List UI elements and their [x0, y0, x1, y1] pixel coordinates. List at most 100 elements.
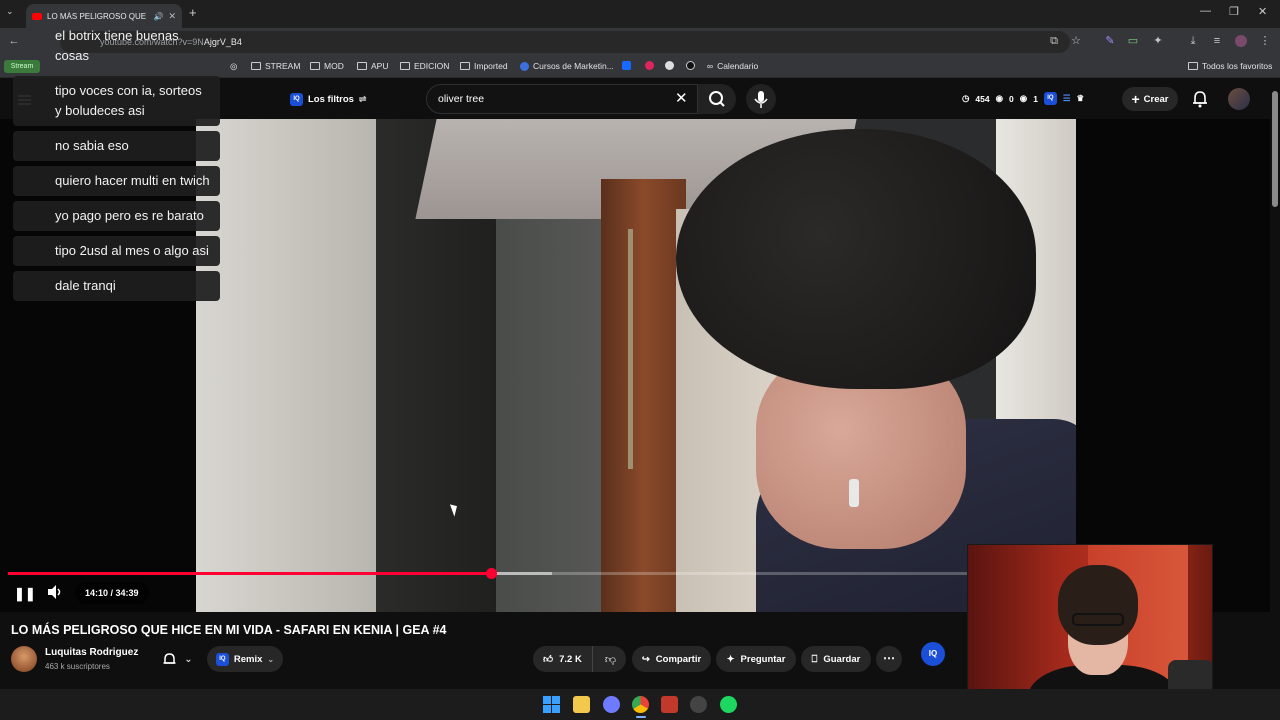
share-arrow-icon: ↪	[641, 653, 650, 665]
share-button[interactable]: ↪ Compartir	[632, 646, 711, 672]
trophy-icon[interactable]: ♛	[1077, 93, 1085, 104]
media-app-icon[interactable]	[661, 696, 678, 713]
bookmark-mod[interactable]: MOD	[310, 61, 344, 71]
cast-icon[interactable]: ⧉	[1048, 35, 1060, 47]
create-button[interactable]: + Crear	[1122, 87, 1178, 111]
spotify-icon[interactable]	[720, 696, 737, 713]
chrome-icon[interactable]	[632, 696, 649, 713]
bookmark-behance-icon[interactable]	[622, 61, 631, 70]
folder-icon	[1188, 62, 1198, 70]
folder-icon	[460, 62, 470, 70]
bookmark-all-favorites[interactable]: Todos los favoritos	[1188, 61, 1272, 71]
remix-button[interactable]: IQ Remix ⌄	[207, 646, 283, 672]
extensions-puzzle-icon[interactable]: ✦	[1152, 35, 1164, 47]
iq-stats-icon[interactable]: IQ	[1043, 92, 1057, 105]
volume-icon[interactable]	[46, 583, 64, 601]
more-actions-button[interactable]: ⋯	[876, 646, 902, 672]
eye-icon: ◉	[995, 93, 1004, 103]
scroll-thumb[interactable]	[1272, 91, 1278, 207]
thumbs-up-icon: 👍︎	[543, 654, 554, 665]
bell-icon	[163, 652, 176, 664]
thumbs-down-icon: 👎︎	[604, 653, 617, 666]
bookmark-star-icon[interactable]: ☆	[1070, 35, 1082, 47]
iq-remix-icon: IQ	[215, 652, 229, 666]
tab-close-icon[interactable]: ✕	[168, 11, 176, 22]
windows-start-icon[interactable]	[543, 696, 560, 713]
file-explorer-icon[interactable]	[573, 696, 590, 713]
viewer-stats: ◷ 454 ◉ 0 ◉ 1 IQ ☰ ♛	[962, 92, 1085, 105]
time-display: 14:10 / 34:39	[75, 582, 149, 604]
folder-icon	[251, 62, 261, 70]
chat-message: el botrix tiene buenas cosas	[55, 28, 179, 63]
subscriber-count: 463 k suscriptores	[45, 662, 110, 671]
notifications-bell-icon[interactable]	[1192, 90, 1208, 108]
filters-button[interactable]: IQ Los filtros ⇌	[290, 88, 366, 110]
iq-extension-icon: IQ	[290, 92, 303, 106]
channel-name[interactable]: Luquitas Rodriguez	[45, 647, 138, 658]
filters-label: Los filtros	[308, 93, 354, 105]
like-button[interactable]: 👍︎ 7.2 K	[533, 646, 593, 672]
new-tab-icon[interactable]: +	[189, 5, 197, 20]
bookmark-calendario[interactable]: ∞ Calendario	[707, 61, 758, 71]
save-button[interactable]: ⎕ Guardar	[801, 646, 871, 672]
page-scrollbar[interactable]	[1270, 79, 1280, 689]
download-icon[interactable]: ⤓	[1187, 35, 1199, 47]
microphone-icon	[754, 91, 768, 108]
close-window-icon[interactable]: ✕	[1258, 5, 1267, 18]
bookmark-threads-icon[interactable]	[665, 61, 674, 70]
sliders-icon: ⇌	[358, 93, 367, 104]
plus-icon: +	[1131, 91, 1140, 107]
windows-taskbar	[0, 689, 1280, 720]
video-frame	[196, 119, 1076, 612]
channel-avatar[interactable]	[11, 646, 37, 672]
folder-icon	[400, 62, 410, 70]
tab-audio-icon[interactable]: 🔊	[153, 12, 163, 21]
app-diamond-icon[interactable]	[603, 696, 620, 713]
bookmark-imported[interactable]: Imported	[460, 61, 508, 71]
maximize-icon[interactable]: ❐	[1229, 5, 1239, 18]
bookmark-red-icon[interactable]	[645, 61, 654, 70]
progress-scrubber[interactable]	[485, 568, 497, 579]
tab-title: LO MÁS PELIGROSO QUE HICE...	[47, 11, 148, 21]
chat-message: dale tranqi	[13, 271, 220, 301]
chat-message: yo pago pero es re barato	[13, 201, 220, 231]
search-input[interactable]: oliver tree	[426, 84, 698, 114]
clear-search-icon[interactable]: ✕	[675, 89, 688, 107]
minimize-icon[interactable]: —	[1200, 5, 1211, 17]
extension-pen-icon[interactable]: ✎	[1104, 35, 1116, 47]
bookmark-globe-icon[interactable]: ◎	[230, 61, 237, 72]
subscribe-notification-button[interactable]: ⌄	[155, 646, 201, 672]
video-title: LO MÁS PELIGROSO QUE HICE EN MI VIDA - S…	[11, 623, 447, 637]
voice-search-button[interactable]	[746, 84, 776, 114]
bookmark-up-icon[interactable]	[686, 61, 695, 70]
chrome-active-indicator	[636, 716, 646, 718]
tab-search-icon[interactable]: ⌄	[6, 6, 14, 17]
folder-icon	[310, 62, 320, 70]
chevron-down-icon: ⌄	[267, 654, 275, 664]
folder-icon	[357, 62, 367, 70]
account-avatar[interactable]	[1228, 88, 1250, 110]
browser-tab-bar: ⌄ LO MÁS PELIGROSO QUE HICE... 🔊 ✕ + — ❐…	[0, 0, 1280, 28]
pause-icon[interactable]: ❚❚	[14, 586, 36, 602]
bookmark-cursos[interactable]: Cursos de Marketin...	[520, 61, 614, 71]
eye-icon-2: ◉	[1019, 93, 1028, 103]
iq-floating-icon[interactable]: IQ	[921, 642, 945, 666]
list-icon[interactable]: ☰	[1063, 93, 1071, 104]
chat-message: quiero hacer multi en twich	[13, 166, 220, 196]
browser-tab-youtube[interactable]: LO MÁS PELIGROSO QUE HICE... 🔊 ✕	[26, 4, 182, 28]
stream-chat-overlay: el botrix tiene buenas cosas tipo voces …	[13, 26, 220, 306]
clock-icon: ◷	[962, 93, 970, 103]
glasses	[1072, 613, 1124, 626]
profile-avatar-icon[interactable]	[1235, 35, 1247, 47]
search-button[interactable]	[698, 84, 736, 114]
bookmark-stream[interactable]: STREAM	[251, 61, 300, 71]
extension-battery-icon[interactable]: ▭	[1127, 35, 1139, 47]
bookmark-edicion[interactable]: EDICION	[400, 61, 449, 71]
progress-played[interactable]	[8, 572, 491, 575]
ask-button[interactable]: ✦ Preguntar	[716, 646, 796, 672]
obs-icon[interactable]	[690, 696, 707, 713]
bookmark-apu[interactable]: APU	[357, 61, 388, 71]
browser-menu-icon[interactable]: ⋮	[1259, 35, 1271, 47]
reading-list-icon[interactable]: ≡	[1211, 35, 1223, 47]
dislike-button[interactable]: 👎︎	[595, 646, 626, 672]
